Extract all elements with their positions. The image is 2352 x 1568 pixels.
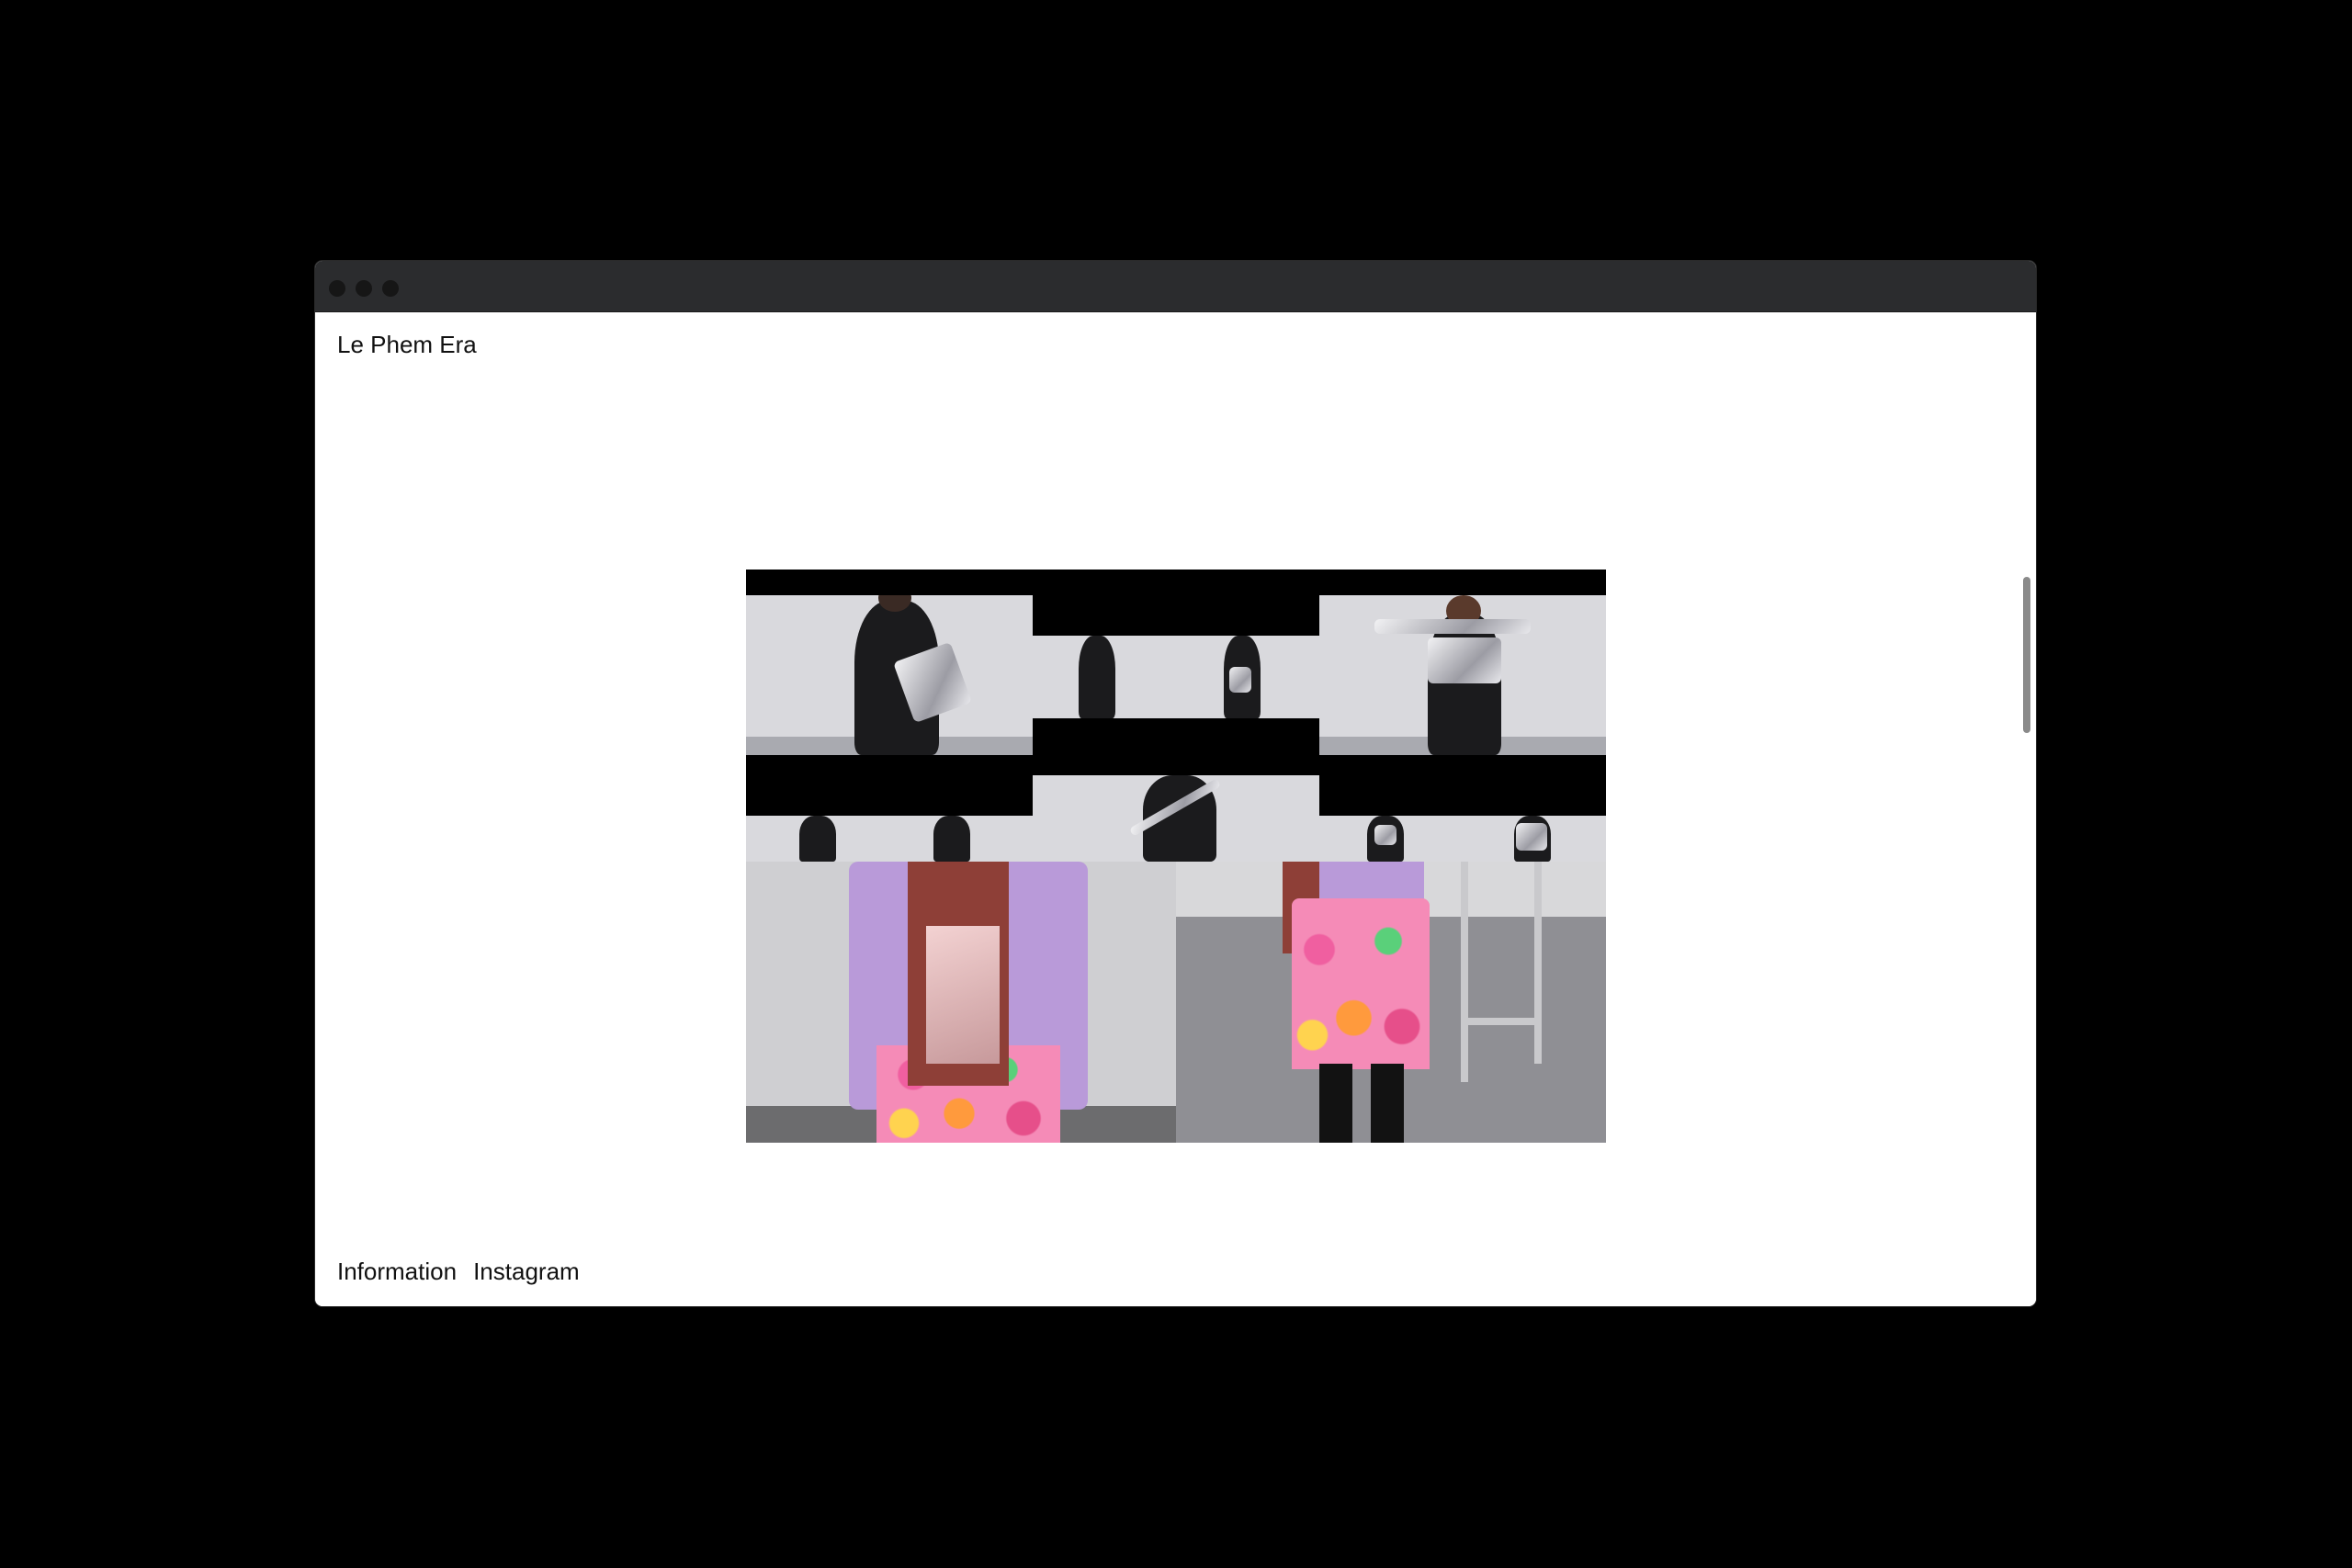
close-window-button[interactable] — [329, 280, 345, 297]
site-title-link[interactable]: Le Phem Era — [337, 331, 477, 359]
browser-window: Le Phem Era Information Instagram — [315, 261, 2036, 1306]
footer-nav: Information Instagram — [337, 1258, 580, 1286]
page-content: Le Phem Era Information Instagram — [315, 312, 2036, 1306]
collage-still-8 — [1463, 816, 1606, 862]
collage-still-5 — [889, 816, 1033, 862]
information-link[interactable]: Information — [337, 1258, 457, 1286]
collage-still-6 — [1033, 775, 1319, 862]
collage-still-7 — [1319, 816, 1463, 862]
collage-still-4 — [746, 816, 889, 862]
collage-still-3 — [1319, 595, 1606, 755]
window-titlebar[interactable] — [315, 261, 2036, 312]
instagram-link[interactable]: Instagram — [473, 1258, 580, 1286]
minimize-window-button[interactable] — [356, 280, 372, 297]
hero-collage-image[interactable] — [746, 570, 1606, 1143]
vertical-scrollbar[interactable] — [2021, 321, 2032, 1295]
scrollbar-thumb[interactable] — [2023, 577, 2030, 733]
maximize-window-button[interactable] — [382, 280, 399, 297]
collage-still-2 — [1033, 636, 1319, 718]
collage-still-1 — [746, 595, 1033, 755]
collage-photo-left — [746, 862, 1176, 1143]
collage-photo-right — [1176, 862, 1606, 1143]
